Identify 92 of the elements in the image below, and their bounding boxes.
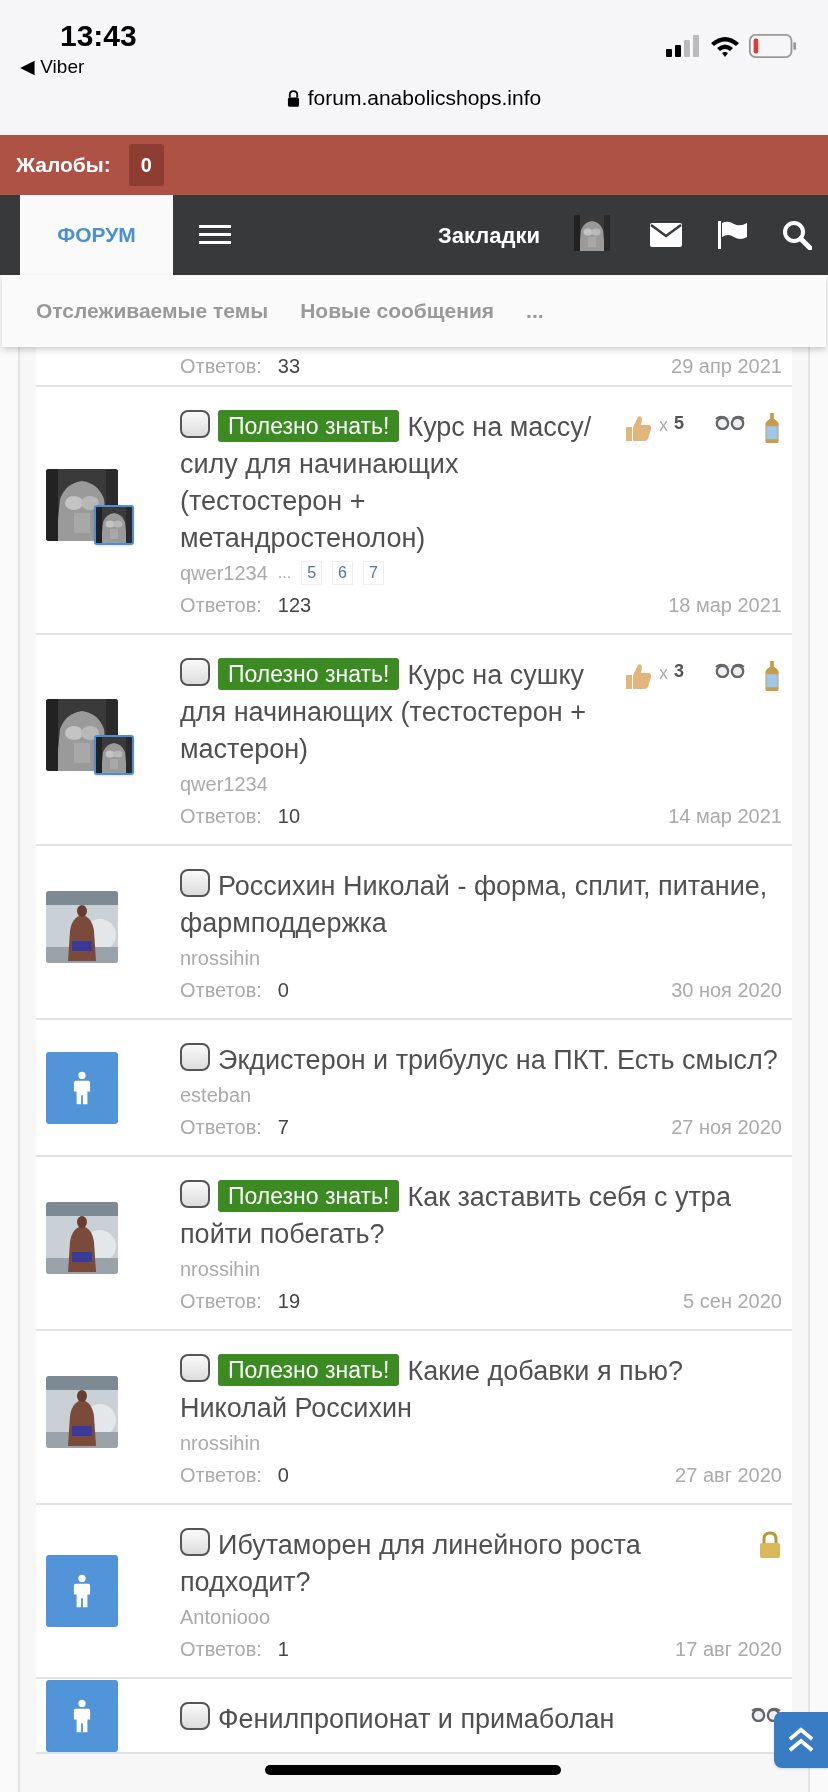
replies-label: Ответов: [180,1289,262,1314]
replies-label: Ответов: [180,804,262,829]
wifi-icon [710,35,740,57]
url-text[interactable]: forum.anabolicshops.info [307,84,542,112]
prefix-label[interactable]: Полезно знать! [218,1180,400,1212]
replies-count: 10 [277,804,301,829]
thread-title[interactable]: Полезно знать! Курс на сушку для начинающих (тестостерон + мастерон) [180,657,615,768]
last-post-date[interactable]: 17 авг 2020 [675,1635,782,1663]
default-avatar[interactable] [46,1555,118,1627]
page-link[interactable]: 5 [301,561,323,585]
signal-icon [666,35,702,57]
last-post-date[interactable]: 27 авг 2020 [675,1461,782,1489]
replies-label: Ответов: [180,978,262,1003]
author-name[interactable]: qwer1234 [180,770,268,798]
replies-count: 7 [277,1115,289,1140]
replies-count: 123 [277,593,312,618]
likes-prefix: x [659,662,668,685]
likes-count: 5 [674,413,684,433]
sub-nav-link[interactable]: Отслеживаемые темы [36,295,269,327]
page-ellipsis: ... [277,563,292,583]
sub-nav-link[interactable]: Новые сообщения [300,295,495,327]
thread-title[interactable]: Экдистерон и трибулус на ПКТ. Есть смысл? [180,1042,782,1079]
thread-title[interactable]: Россихин Николай - форма, сплит, питание, фармподдержка [180,868,782,942]
last-post-date[interactable]: 5 сен 2020 [683,1287,782,1315]
page-link[interactable]: 6 [332,561,353,585]
lock-icon [758,1531,782,1559]
thread-title[interactable]: Полезно знать! Какие добавки я пью? Николай Россихин [180,1353,782,1427]
author-name[interactable]: nrossihin [180,1255,261,1283]
flag-icon[interactable] [718,221,748,249]
replies-count: 33 [277,354,301,379]
author-name[interactable]: Antoniooo [180,1603,271,1631]
prefix-label[interactable]: Полезно знать! [218,1354,400,1386]
battery-icon [748,34,798,58]
person-icon [73,1070,91,1105]
replies-label: Ответов: [180,1637,262,1662]
glasses-icon [714,661,746,678]
checkbox[interactable] [180,1528,210,1556]
last-post-date[interactable]: 30 ноя 2020 [671,976,782,1004]
replies-label: Ответов: [180,593,262,618]
author-name[interactable]: nrossihin [180,1429,261,1457]
author-name[interactable]: nrossihin [180,944,261,972]
replies-count: 19 [277,1289,301,1314]
search-icon[interactable] [782,220,812,250]
reports-label[interactable]: Жалобы: [16,149,111,181]
bookmarks-link[interactable]: Закладки [438,218,540,252]
thumbs-up-icon [623,413,653,443]
thread-title[interactable]: Полезно знать! Курс на массу/силу для начинающих (тестостерон + метандростенолон) [180,409,615,557]
bottle-icon [762,413,782,443]
default-avatar[interactable] [46,1051,118,1124]
scroll-to-top-button[interactable] [774,1712,828,1768]
replies-label: Ответов: [180,354,262,379]
double-chevron-up-icon [787,1727,815,1753]
back-to-app-link[interactable]: ◀ Viber [20,54,137,80]
checkbox[interactable] [180,1180,210,1208]
checkbox[interactable] [180,1702,210,1730]
last-post-date[interactable]: 14 мар 2021 [668,802,782,830]
person-icon [73,1698,91,1733]
checkbox[interactable] [180,869,210,897]
last-post-date[interactable]: 27 ноя 2020 [671,1113,782,1141]
lock-icon [286,89,300,107]
menu-icon[interactable] [199,225,231,245]
author-name[interactable]: qwer1234 [180,559,268,587]
thread-title[interactable]: Полезно знать! Как заставить себя с утра пойти побегать? [180,1179,782,1253]
last-post-date[interactable]: 29 апр 2021 [671,351,782,381]
replies-label: Ответов: [180,1115,262,1140]
default-avatar[interactable] [46,1679,118,1752]
checkbox[interactable] [180,410,210,438]
checkbox[interactable] [180,658,210,686]
likes-prefix: x [659,414,668,437]
replies-count: 1 [277,1637,289,1662]
clock-time: 13:43 [60,18,137,54]
nav-tab[interactable]: ФОРУМ [20,195,173,275]
replies-label: Ответов: [180,1463,262,1488]
author-name[interactable]: esteban [180,1081,252,1109]
reports-count[interactable]: 0 [128,144,164,186]
prefix-label[interactable]: Полезно знать! [218,658,400,690]
page-link[interactable]: 7 [363,561,384,585]
thread-title[interactable]: Фенилпропионат и примаболан [180,1701,742,1738]
bottle-icon [762,661,782,691]
glasses-icon [714,413,746,430]
mail-icon[interactable] [650,223,682,247]
likes-count: 3 [674,661,684,681]
checkbox[interactable] [180,1354,210,1382]
person-icon [73,1574,91,1608]
replies-count: 0 [277,1463,289,1488]
prefix-label[interactable]: Полезно знать! [218,410,400,442]
last-post-date[interactable]: 18 мар 2021 [668,591,782,619]
thumbs-up-icon [623,661,653,691]
checkbox[interactable] [180,1043,210,1071]
thread-title[interactable]: Ибутаморен для линейного роста подходит? [180,1527,750,1601]
replies-count: 0 [277,978,289,1003]
sub-nav-link[interactable]: ... [526,295,544,327]
